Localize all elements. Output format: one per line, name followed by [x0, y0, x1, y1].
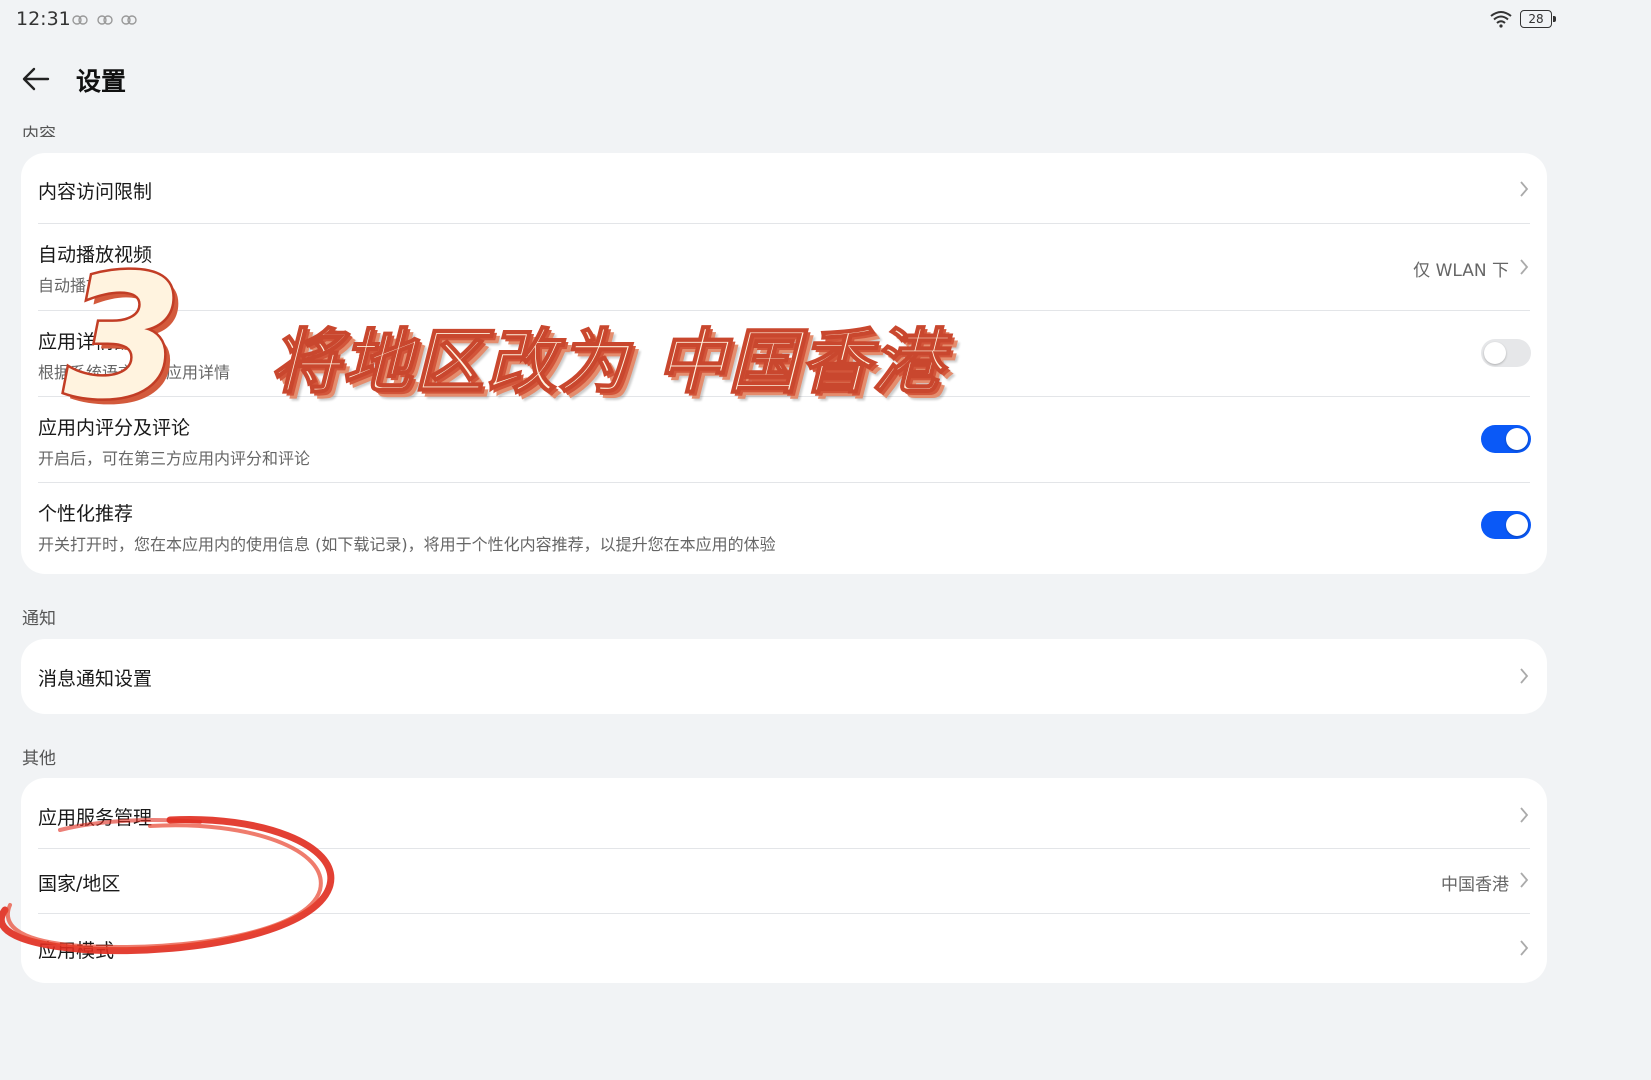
notification-icon [72, 15, 88, 25]
chevron-right-icon [1520, 668, 1529, 684]
section-label-notify: 通知 [22, 609, 56, 629]
step-number-badge: 3 3 [62, 248, 189, 418]
battery-indicator: 28 [1520, 10, 1556, 28]
chevron-right-icon [1520, 181, 1529, 197]
autoplay-video-row[interactable]: 自动播放视频 自动播放视频 仅 WLAN 下 [21, 224, 1547, 310]
toggle-knob [1506, 428, 1528, 450]
recommend-toggle[interactable] [1481, 511, 1531, 539]
toggle-knob [1506, 514, 1528, 536]
notification-icon [121, 15, 137, 25]
wifi-icon [1490, 11, 1512, 28]
row-title: 消息通知设置 [38, 668, 153, 690]
rating-toggle[interactable] [1481, 425, 1531, 453]
row-value: 中国香港 [1441, 875, 1509, 895]
in-app-rating-row: 应用内评分及评论 开启后，可在第三方应用内评分和评论 [21, 397, 1547, 482]
chevron-right-icon [1520, 940, 1529, 956]
row-subtitle: 开关打开时，您在本应用内的使用信息 (如下载记录)，将用于个性化内容推荐，以提升… [38, 535, 776, 554]
notify-card: 消息通知设置 [21, 639, 1547, 714]
status-bar: 12:31 28 [0, 0, 1568, 40]
toggle-knob [1484, 342, 1506, 364]
message-notify-row[interactable]: 消息通知设置 [21, 639, 1547, 714]
row-value: 仅 WLAN 下 [1413, 261, 1509, 281]
row-title: 内容访问限制 [38, 181, 153, 203]
content-access-row[interactable]: 内容访问限制 [21, 153, 1547, 223]
annotation-circle [0, 815, 335, 955]
page-title: 设置 [76, 67, 127, 96]
row-subtitle: 开启后，可在第三方应用内评分和评论 [38, 449, 311, 468]
section-label-content: 内容 [22, 125, 56, 137]
notification-icon [97, 15, 113, 25]
chevron-right-icon [1520, 259, 1529, 275]
status-time: 12:31 [16, 8, 71, 30]
section-label-other: 其他 [22, 749, 56, 769]
translate-toggle[interactable] [1481, 339, 1531, 367]
step-number-text: 3 [64, 248, 182, 418]
status-right: 28 [1490, 10, 1556, 28]
chevron-right-icon [1520, 872, 1529, 888]
back-arrow-icon[interactable] [20, 64, 54, 94]
content-section-label-clip: 内容 [0, 108, 200, 137]
row-title: 个性化推荐 [38, 503, 134, 525]
personalized-recommend-row: 个性化推荐 开关打开时，您在本应用内的使用信息 (如下载记录)，将用于个性化内容… [21, 483, 1547, 574]
overlay-caption: 将地区改为 中国香港 [269, 320, 945, 404]
chevron-right-icon [1520, 807, 1529, 823]
header: 设置 [0, 52, 1568, 108]
